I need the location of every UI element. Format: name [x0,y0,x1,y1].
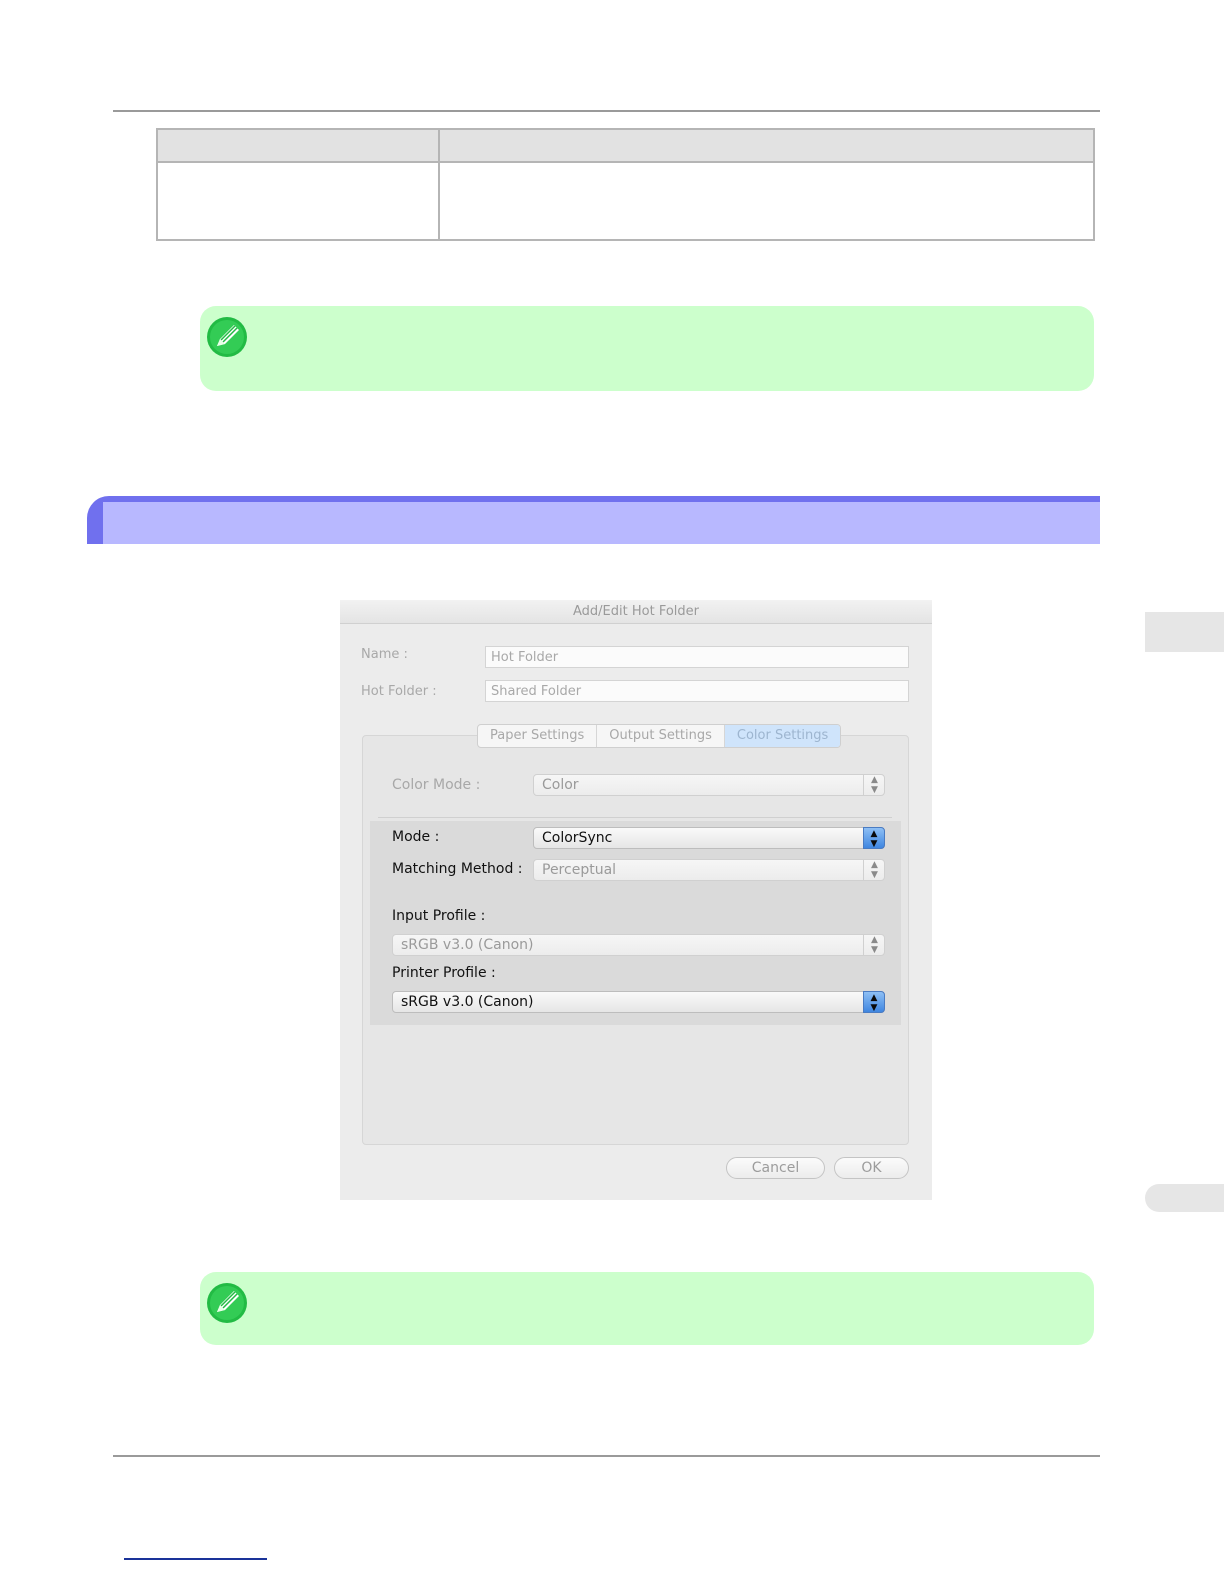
popup-arrows-icon: ▲ ▼ [863,991,885,1013]
note-box [200,1272,1094,1345]
popup-arrows-icon: ▲ ▼ [863,934,885,956]
matching-method-popup[interactable]: Perceptual ▲ ▼ [533,859,885,881]
ok-button[interactable]: OK [834,1157,909,1179]
hot-folder-field[interactable]: Shared Folder [485,680,909,702]
pencil-note-icon [207,317,247,357]
hot-folder-label: Hot Folder : [361,684,437,699]
input-profile-popup[interactable]: sRGB v3.0 (Canon) ▲ ▼ [392,934,885,956]
mode-label: Mode : [392,829,440,845]
popup-arrows-icon: ▲ ▼ [863,859,885,881]
footer-link-underline[interactable] [124,1558,267,1560]
input-profile-value: sRGB v3.0 (Canon) [401,937,534,953]
side-index-tab [1145,612,1224,652]
footer-rule [113,1455,1100,1457]
note-box [200,306,1094,391]
color-mode-label: Color Mode : [392,777,481,793]
pencil-note-icon [207,1283,247,1323]
settings-table [156,128,1095,241]
dialog-title: Add/Edit Hot Folder [340,600,932,624]
name-field[interactable]: Hot Folder [485,646,909,668]
header-rule [113,110,1100,112]
side-index-tab [1145,1184,1224,1212]
mode-value: ColorSync [542,830,613,846]
popup-arrows-icon: ▲ ▼ [863,827,885,849]
panel-divider [378,817,892,818]
printer-profile-label: Printer Profile : [392,965,496,981]
tab-color-settings[interactable]: Color Settings [724,725,841,747]
name-label: Name : [361,647,408,662]
cancel-button[interactable]: Cancel [726,1157,825,1179]
table-header-row [158,130,1093,163]
color-mode-value: Color [542,777,579,793]
input-profile-label: Input Profile : [392,908,486,924]
tab-paper-settings[interactable]: Paper Settings [478,725,598,747]
matching-method-label: Matching Method : [392,861,523,877]
mode-popup[interactable]: ColorSync ▲ ▼ [533,827,885,849]
matching-method-value: Perceptual [542,862,617,878]
printer-profile-value: sRGB v3.0 (Canon) [401,994,534,1010]
section-heading-bar [87,496,1100,544]
popup-arrows-icon: ▲ ▼ [863,774,885,796]
color-mode-popup[interactable]: Color ▲ ▼ [533,774,885,796]
printer-profile-popup[interactable]: sRGB v3.0 (Canon) ▲ ▼ [392,991,885,1013]
table-column-divider [438,130,440,239]
settings-tabs: Paper Settings Output Settings Color Set… [477,724,842,748]
tab-output-settings[interactable]: Output Settings [597,725,725,747]
